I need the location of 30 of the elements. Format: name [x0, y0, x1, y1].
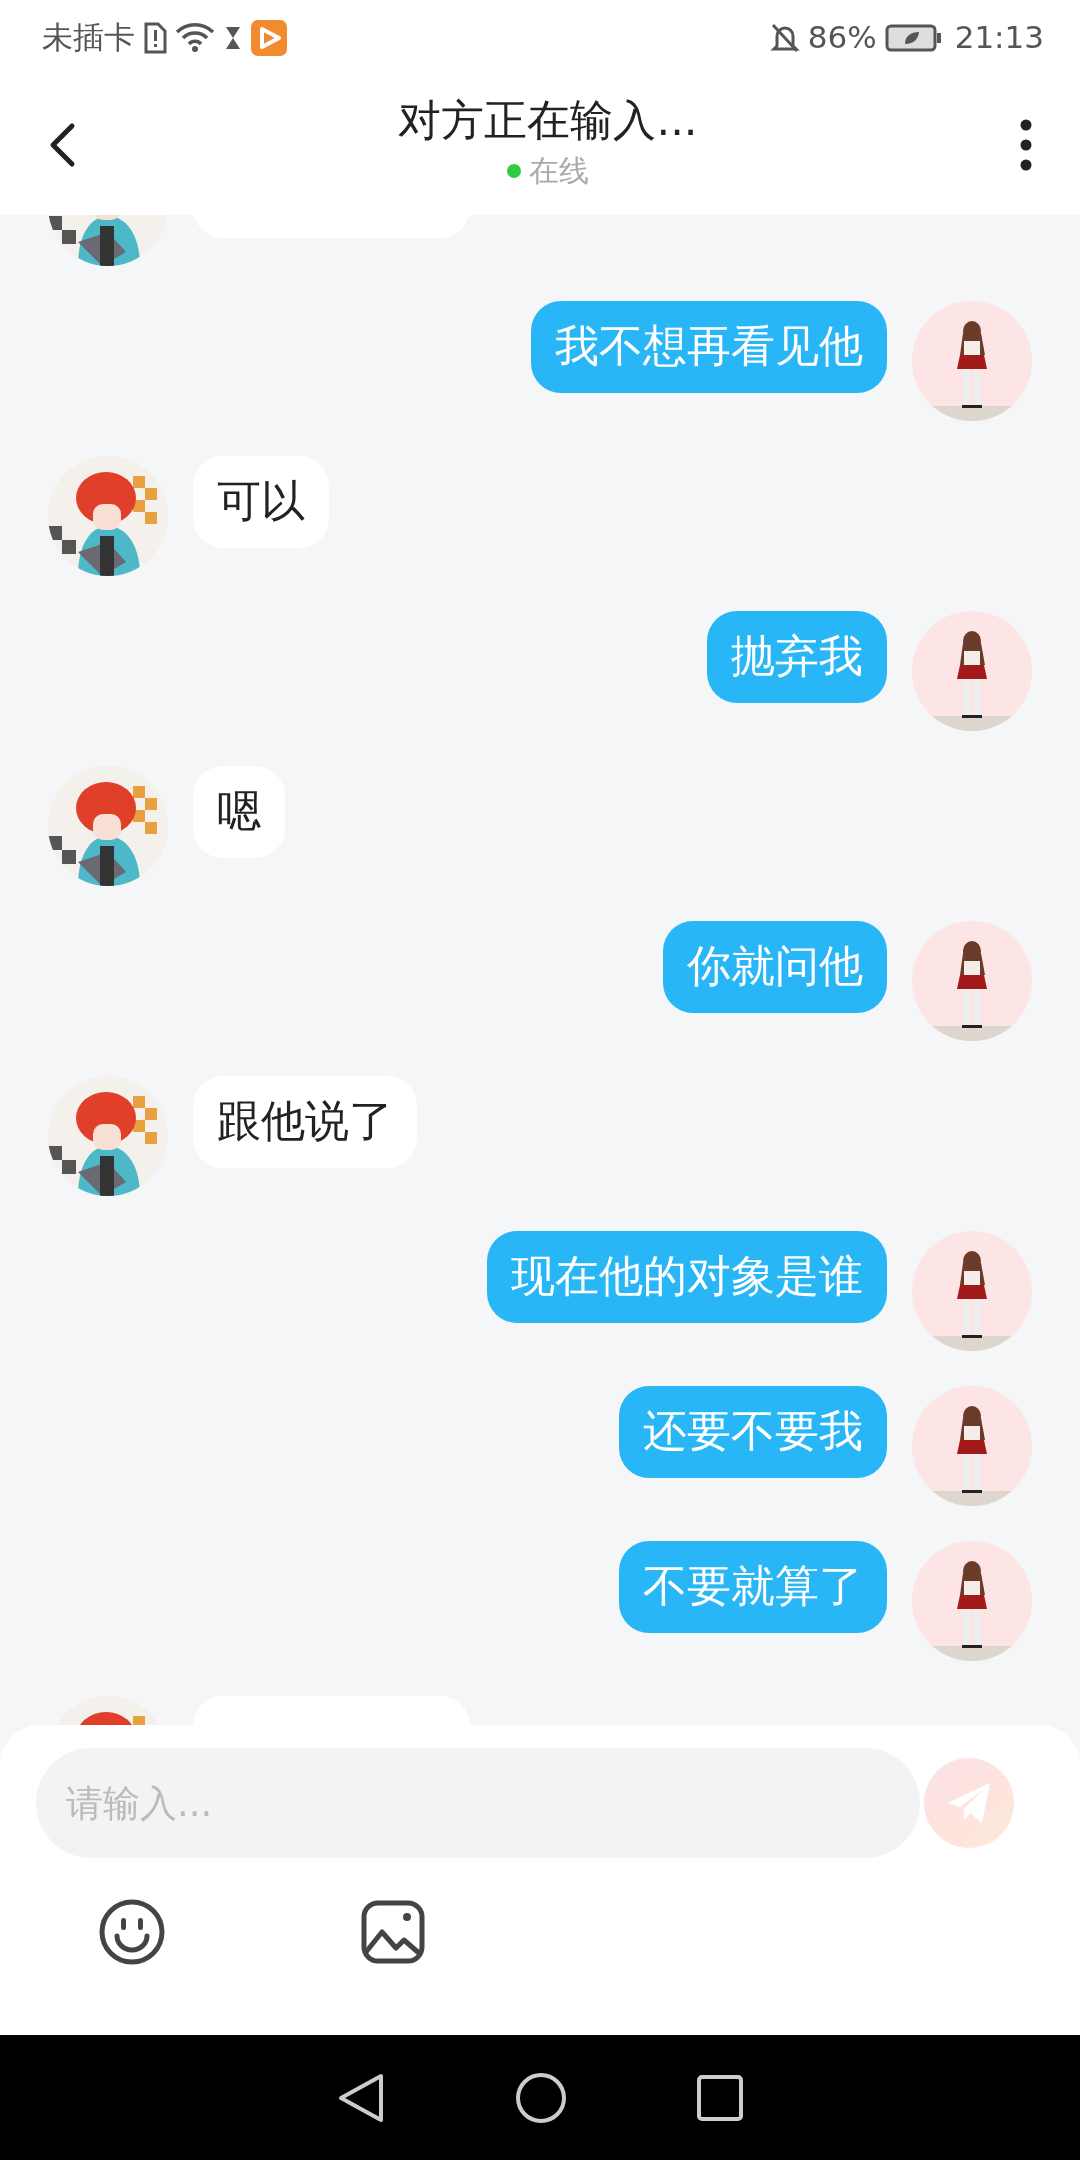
- message-bubble: 我不想再看见他: [531, 301, 887, 393]
- battery-text: 86%: [807, 18, 877, 58]
- recents-nav-button[interactable]: [697, 2074, 743, 2121]
- wifi-icon: [175, 22, 215, 53]
- message-input[interactable]: 请输入...: [36, 1748, 920, 1858]
- message-bubble: 还要不要我: [619, 1386, 887, 1478]
- more-menu-button[interactable]: [1020, 119, 1032, 171]
- sim-alert-icon: [143, 21, 167, 54]
- chat-title: 对方正在输入...: [398, 96, 698, 145]
- back-button[interactable]: [48, 122, 76, 168]
- mute-bell-icon: [769, 21, 800, 54]
- message-bubble: 不要就算了: [619, 1541, 887, 1633]
- message-bubble: 你就问他: [663, 921, 887, 1013]
- back-nav-button[interactable]: [337, 2072, 385, 2123]
- emoji-button[interactable]: [98, 1898, 166, 1966]
- paper-plane-icon: [946, 1781, 992, 1825]
- online-dot: [507, 163, 521, 178]
- online-status: 在线: [529, 152, 589, 191]
- message-bubble: 可以: [193, 456, 329, 548]
- clock-text: 21:13: [954, 18, 1044, 58]
- message-bubble: 现在他的对象是谁: [487, 1231, 887, 1323]
- battery-icon: [884, 23, 943, 52]
- app-icon: [251, 19, 287, 56]
- message-bubble: 嗯: [193, 766, 285, 858]
- message-bubble: 抛弃我: [707, 611, 887, 703]
- hourglass-icon: [223, 24, 243, 51]
- message-bubble: 跟他说了: [193, 1076, 417, 1168]
- home-nav-button[interactable]: [515, 2071, 567, 2124]
- image-button[interactable]: [361, 1900, 425, 1964]
- carrier-text: 未插卡: [42, 18, 135, 58]
